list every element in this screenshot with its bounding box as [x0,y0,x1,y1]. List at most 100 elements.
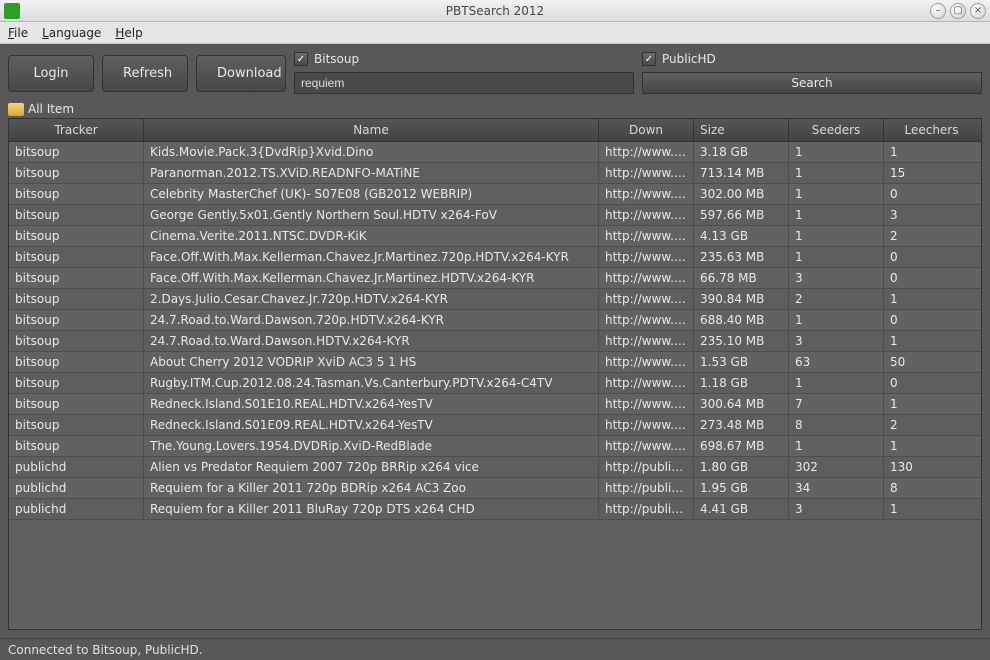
cell-tracker: bitsoup [9,163,144,183]
cell-down: http://www.bi... [599,289,694,309]
col-leechers[interactable]: Leechers [884,119,979,141]
menu-language[interactable]: Language [42,26,101,40]
table-row[interactable]: bitsoupRugby.ITM.Cup.2012.08.24.Tasman.V… [9,373,981,394]
col-name[interactable]: Name [144,119,599,141]
cell-leechers: 0 [884,310,979,330]
titlebar: PBTSearch 2012 – ▢ × [0,0,990,22]
cell-size: 688.40 MB [694,310,789,330]
cell-seeders: 3 [789,499,884,519]
cell-down: http://www.bi... [599,247,694,267]
search-input[interactable] [294,72,634,94]
table-row[interactable]: bitsoup24.7.Road.to.Ward.Dawson.720p.HDT… [9,310,981,331]
cell-down: http://public... [599,478,694,498]
tracker-bitsoup[interactable]: ✓ Bitsoup [294,52,634,66]
cell-name: George Gently.5x01.Gently Northern Soul.… [144,205,599,225]
toolbar: Login Refresh Download ✓ Bitsoup ✓ Publi… [8,52,982,94]
cell-size: 66.78 MB [694,268,789,288]
cell-size: 302.00 MB [694,184,789,204]
cell-name: Celebrity MasterChef (UK)- S07E08 (GB201… [144,184,599,204]
cell-seeders: 1 [789,142,884,162]
cell-leechers: 1 [884,142,979,162]
cell-name: Kids.Movie.Pack.3{DvdRip}Xvid.Dino [144,142,599,162]
refresh-button[interactable]: Refresh [102,55,188,92]
cell-seeders: 1 [789,436,884,456]
menu-file-label: ile [14,26,28,40]
status-text: Connected to Bitsoup, PublicHD. [8,643,203,657]
cell-name: Face.Off.With.Max.Kellerman.Chavez.Jr.Ma… [144,268,599,288]
cell-leechers: 1 [884,394,979,414]
tracker-publichd[interactable]: ✓ PublicHD [642,52,982,66]
cell-size: 3.18 GB [694,142,789,162]
table-row[interactable]: bitsoupRedneck.Island.S01E09.REAL.HDTV.x… [9,415,981,436]
cell-leechers: 8 [884,478,979,498]
cell-leechers: 130 [884,457,979,477]
cell-tracker: bitsoup [9,226,144,246]
table-row[interactable]: bitsoup2.Days.Julio.Cesar.Chavez.Jr.720p… [9,289,981,310]
table-row[interactable]: bitsoup24.7.Road.to.Ward.Dawson.HDTV.x26… [9,331,981,352]
cell-tracker: bitsoup [9,331,144,351]
table-row[interactable]: bitsoupGeorge Gently.5x01.Gently Norther… [9,205,981,226]
close-button[interactable]: × [970,3,986,19]
table-row[interactable]: bitsoupRedneck.Island.S01E10.REAL.HDTV.x… [9,394,981,415]
cell-size: 390.84 MB [694,289,789,309]
table-row[interactable]: publichdAlien vs Predator Requiem 2007 7… [9,457,981,478]
cell-name: 24.7.Road.to.Ward.Dawson.720p.HDTV.x264-… [144,310,599,330]
cell-down: http://public... [599,457,694,477]
app-body: Login Refresh Download ✓ Bitsoup ✓ Publi… [0,44,990,638]
cell-seeders: 1 [789,310,884,330]
table-row[interactable]: publichdRequiem for a Killer 2011 BluRay… [9,499,981,520]
cell-name: Cinema.Verite.2011.NTSC.DVDR-KiK [144,226,599,246]
cell-tracker: publichd [9,457,144,477]
table-row[interactable]: bitsoupThe.Young.Lovers.1954.DVDRip.XviD… [9,436,981,457]
table-row[interactable]: bitsoupFace.Off.With.Max.Kellerman.Chave… [9,247,981,268]
cell-size: 1.53 GB [694,352,789,372]
cell-tracker: bitsoup [9,352,144,372]
cell-name: Redneck.Island.S01E09.REAL.HDTV.x264-Yes… [144,415,599,435]
cell-down: http://public... [599,499,694,519]
col-size[interactable]: Size [694,119,789,141]
maximize-button[interactable]: ▢ [950,3,966,19]
search-button[interactable]: Search [642,72,982,94]
cell-name: The.Young.Lovers.1954.DVDRip.XviD-RedBla… [144,436,599,456]
cell-down: http://www.bi... [599,142,694,162]
table-row[interactable]: bitsoupCinema.Verite.2011.NTSC.DVDR-KiKh… [9,226,981,247]
cell-down: http://www.bi... [599,226,694,246]
menubar: File Language Help [0,22,990,44]
folder-icon [8,103,24,116]
cell-size: 698.67 MB [694,436,789,456]
menu-file[interactable]: File [8,26,28,40]
menu-help[interactable]: Help [115,26,142,40]
col-tracker[interactable]: Tracker [9,119,144,141]
cell-down: http://www.bi... [599,205,694,225]
cell-leechers: 1 [884,331,979,351]
cell-size: 4.13 GB [694,226,789,246]
cell-size: 1.18 GB [694,373,789,393]
checkbox-icon: ✓ [294,52,308,66]
cell-tracker: bitsoup [9,373,144,393]
cell-name: Paranorman.2012.TS.XViD.READNFO-MATiNE [144,163,599,183]
minimize-button[interactable]: – [930,3,946,19]
tab-all-item[interactable]: All Item [8,102,982,116]
cell-leechers: 3 [884,205,979,225]
cell-seeders: 1 [789,226,884,246]
cell-seeders: 302 [789,457,884,477]
cell-size: 235.63 MB [694,247,789,267]
table-row[interactable]: bitsoupFace.Off.With.Max.Kellerman.Chave… [9,268,981,289]
tab-label: All Item [28,102,74,116]
cell-name: Redneck.Island.S01E10.REAL.HDTV.x264-Yes… [144,394,599,414]
login-button[interactable]: Login [8,55,94,92]
col-seeders[interactable]: Seeders [789,119,884,141]
cell-down: http://www.bi... [599,331,694,351]
col-down[interactable]: Down [599,119,694,141]
download-button[interactable]: Download [196,55,286,92]
table-row[interactable]: publichdRequiem for a Killer 2011 720p B… [9,478,981,499]
table-row[interactable]: bitsoupKids.Movie.Pack.3{DvdRip}Xvid.Din… [9,142,981,163]
cell-name: About Cherry 2012 VODRIP XviD AC3 5 1 HS [144,352,599,372]
table-row[interactable]: bitsoupAbout Cherry 2012 VODRIP XviD AC3… [9,352,981,373]
table-row[interactable]: bitsoupCelebrity MasterChef (UK)- S07E08… [9,184,981,205]
cell-tracker: bitsoup [9,247,144,267]
table-row[interactable]: bitsoupParanorman.2012.TS.XViD.READNFO-M… [9,163,981,184]
results-table: Tracker Name Down Size Seeders Leechers … [8,118,982,630]
cell-down: http://www.bi... [599,268,694,288]
cell-down: http://www.bi... [599,184,694,204]
